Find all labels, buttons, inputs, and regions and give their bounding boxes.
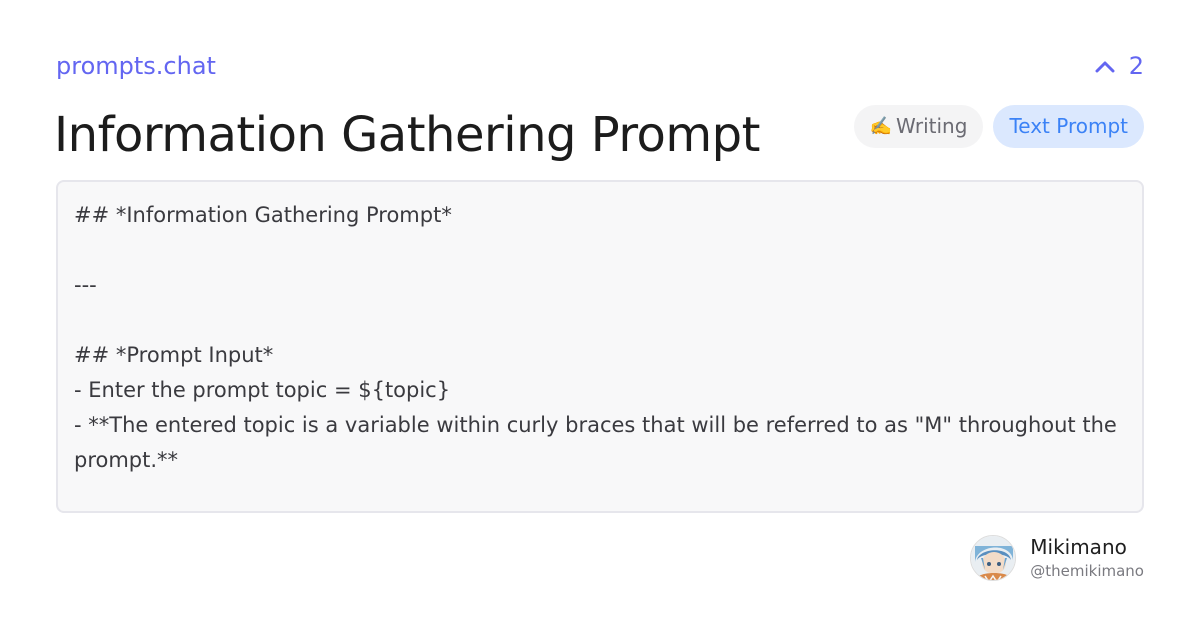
author-handle: @themikimano — [1030, 562, 1144, 580]
vote-count: 2 — [1128, 52, 1144, 80]
prompt-line: - **The entered topic is a variable with… — [74, 413, 1124, 472]
type-tag[interactable]: Text Prompt — [993, 105, 1144, 148]
category-tag[interactable]: ✍️ Writing — [853, 105, 984, 148]
prompt-card: prompts.chat 2 Information Gathering Pro… — [0, 0, 1200, 630]
brand-link[interactable]: prompts.chat — [56, 50, 216, 82]
prompt-blank-line — [74, 303, 1126, 338]
author-name: Mikimano — [1030, 535, 1127, 559]
tag-list: ✍️ Writing Text Prompt — [853, 105, 1144, 148]
type-tag-label: Text Prompt — [1009, 114, 1128, 138]
chevron-up-icon — [1095, 59, 1115, 73]
upvote-button[interactable]: 2 — [1095, 50, 1144, 82]
prompt-line: --- — [74, 273, 97, 297]
page-title: Information Gathering Prompt — [54, 107, 760, 163]
prompt-blank-line — [74, 233, 1126, 268]
prompt-line: - Enter the prompt topic = ${topic} — [74, 378, 451, 402]
category-tag-label: Writing — [896, 114, 968, 138]
author-info[interactable]: Mikimano @themikimano — [970, 534, 1144, 582]
writing-hand-icon: ✍️ — [869, 116, 892, 137]
prompt-line: ## *Information Gathering Prompt* — [74, 203, 452, 227]
avatar — [970, 535, 1017, 581]
prompt-content: ## *Information Gathering Prompt* --- ##… — [56, 180, 1144, 513]
prompt-line: ## *Prompt Input* — [74, 343, 274, 367]
